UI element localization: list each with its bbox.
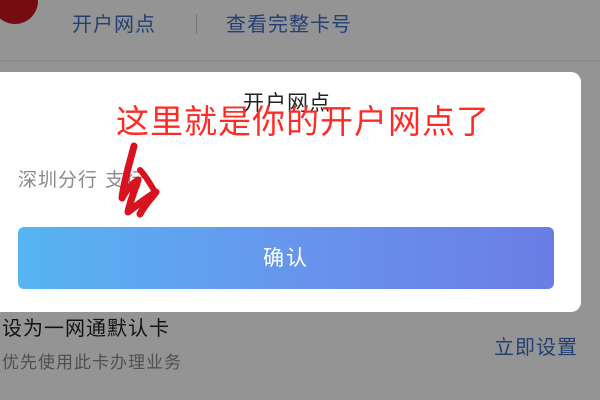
redaction-scribble xyxy=(118,142,160,218)
confirm-button[interactable]: 确认 xyxy=(18,227,554,289)
annotation-text: 这里就是你的开户网点了 xyxy=(116,102,490,141)
